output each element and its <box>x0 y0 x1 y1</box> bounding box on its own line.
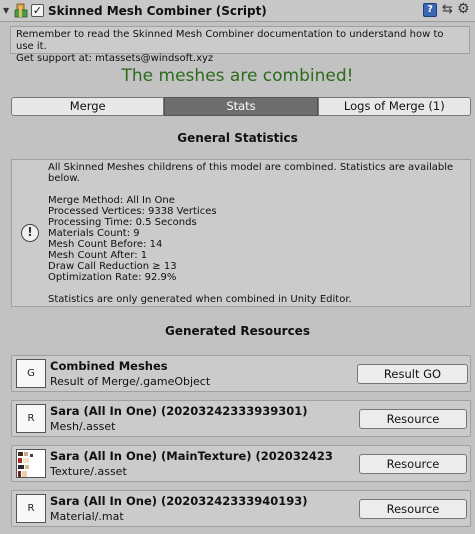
resource-item-material: R Sara (All In One) (20203242333940193) … <box>11 490 471 527</box>
note-line-1: Remember to read the Skinned Mesh Combin… <box>16 29 444 52</box>
resource-name: Sara (All In One) (20203242333940193) <box>50 494 308 508</box>
stat-mesh-count-after: Mesh Count After: 1 <box>48 250 148 261</box>
stats-footer: Statistics are only generated when combi… <box>48 294 352 305</box>
tab-stats[interactable]: Stats <box>164 97 318 116</box>
texture-thumbnail-icon <box>16 449 46 478</box>
general-statistics-title: General Statistics <box>177 131 298 145</box>
texture-resource-button[interactable]: Resource <box>359 454 467 474</box>
component-title: Skinned Mesh Combiner (Script) <box>48 4 267 18</box>
stat-materials-count: Materials Count: 9 <box>48 228 140 239</box>
resource-item-texture: Sara (All In One) (MainTexture) (2020324… <box>11 445 471 482</box>
info-icon: ! <box>21 224 39 242</box>
resource-name: Sara (All In One) (MainTexture) (2020324… <box>50 449 333 463</box>
mesh-resource-icon: R <box>16 404 46 433</box>
material-resource-icon: R <box>16 494 46 523</box>
resource-item-mesh: R Sara (All In One) (20203242333939301) … <box>11 400 471 437</box>
tab-logs-of-merge[interactable]: Logs of Merge (1) <box>317 97 471 116</box>
generated-resources-title: Generated Resources <box>165 324 310 338</box>
component-header: ▼ ✓ Skinned Mesh Combiner (Script) ? ⇆ ⚙ <box>0 0 475 22</box>
statistics-box: ! All Skinned Meshes childrens of this m… <box>11 159 471 307</box>
resource-name: Combined Meshes <box>50 359 168 373</box>
gear-icon[interactable]: ⚙ <box>457 1 470 17</box>
note-line-2: Get support at: mtassets@windsoft.xyz <box>16 53 214 64</box>
foldout-arrow-icon[interactable]: ▼ <box>3 6 9 15</box>
tab-merge[interactable]: Merge <box>11 97 165 116</box>
result-go-button[interactable]: Result GO <box>357 364 468 384</box>
stat-optimization-rate: Optimization Rate: 92.9% <box>48 272 177 283</box>
component-enabled-checkbox[interactable]: ✓ <box>31 4 44 17</box>
resource-item-combined-meshes: G Combined Meshes Result of Merge/.gameO… <box>11 355 471 392</box>
resource-name: Sara (All In One) (20203242333939301) <box>50 404 308 418</box>
combined-status-text: The meshes are combined! <box>121 66 354 86</box>
preset-icon[interactable]: ⇆ <box>442 2 453 17</box>
documentation-note: Remember to read the Skinned Mesh Combin… <box>10 26 470 64</box>
stat-merge-method: Merge Method: All In One <box>48 195 175 206</box>
resource-path: Mesh/.asset <box>50 420 116 433</box>
stat-processed-vertices: Processed Vertices: 9338 Vertices <box>48 206 217 217</box>
mesh-resource-button[interactable]: Resource <box>359 409 467 429</box>
help-icon[interactable]: ? <box>423 3 437 17</box>
stat-processing-time: Processing Time: 0.5 Seconds <box>48 217 197 228</box>
material-resource-button[interactable]: Resource <box>359 499 467 519</box>
resource-path: Material/.mat <box>50 510 124 523</box>
stat-draw-call-reduction: Draw Call Reduction ≥ 13 <box>48 261 177 272</box>
script-component-icon <box>14 3 28 18</box>
resource-path: Texture/.asset <box>50 465 127 478</box>
resource-path: Result of Merge/.gameObject <box>50 375 211 388</box>
statistics-text: All Skinned Meshes childrens of this mod… <box>48 162 468 305</box>
gameobject-icon: G <box>16 359 46 388</box>
tab-bar: Merge Stats Logs of Merge (1) <box>11 97 471 116</box>
stat-mesh-count-before: Mesh Count Before: 14 <box>48 239 163 250</box>
stats-intro: All Skinned Meshes childrens of this mod… <box>48 162 454 184</box>
